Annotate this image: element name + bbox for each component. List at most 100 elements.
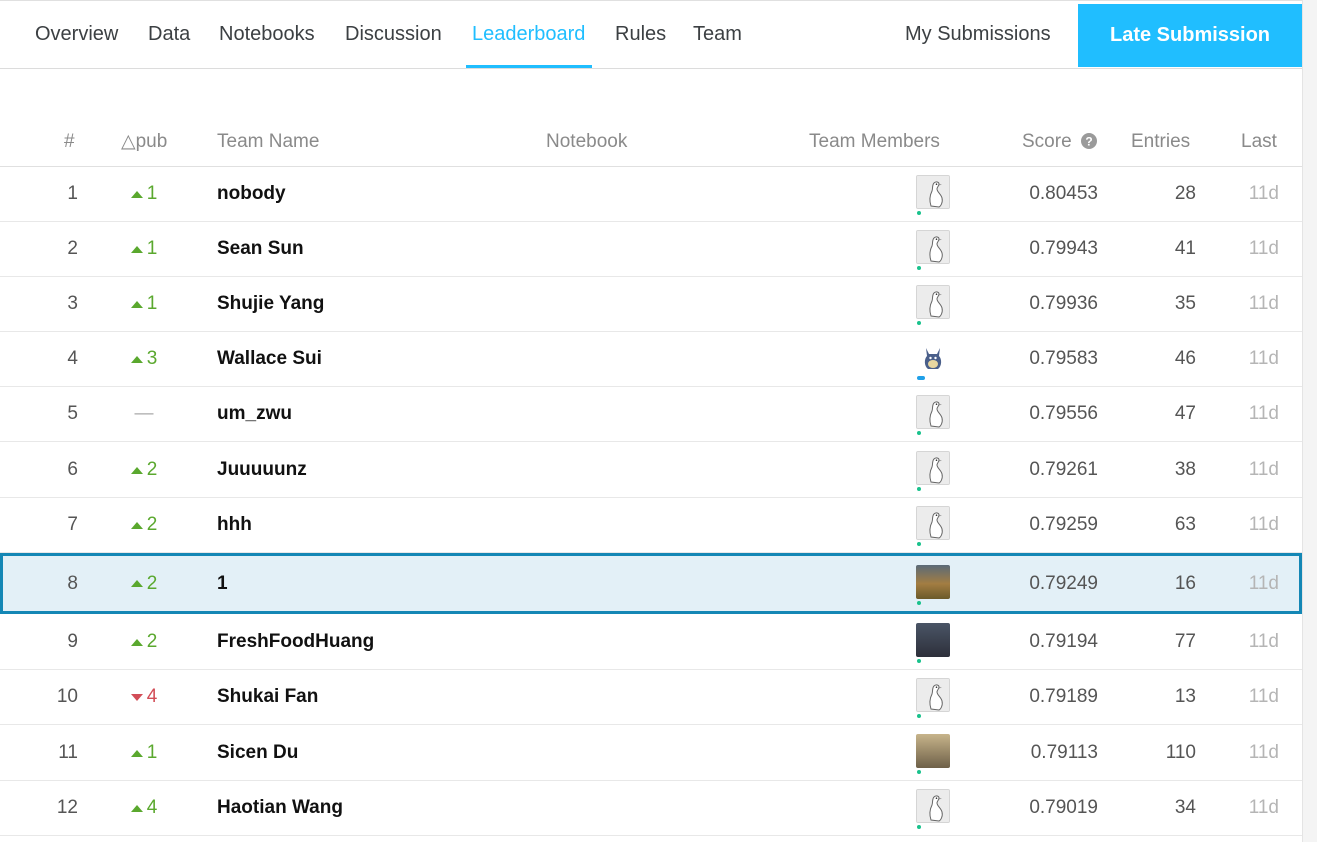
- help-icon[interactable]: ?: [1080, 133, 1097, 149]
- rank-change-value: 2: [146, 572, 158, 594]
- score-cell: 0.79936: [1029, 293, 1098, 314]
- rank-cell: 3: [67, 293, 78, 314]
- rank-change-value: 4: [146, 797, 158, 818]
- tier-indicator: [917, 211, 921, 215]
- late-submission-button[interactable]: Late Submission: [1078, 4, 1302, 67]
- last-submission-cell: 11d: [1248, 572, 1279, 594]
- header-delta[interactable]: △pub: [121, 116, 167, 166]
- tab-notebooks[interactable]: Notebooks: [219, 1, 315, 69]
- rank-change-cell: 3: [120, 332, 168, 386]
- rank-change-cell: 2: [120, 498, 168, 552]
- table-row[interactable]: 7 2 hhh 0.79259 63 11d: [0, 498, 1302, 553]
- team-member-avatar[interactable]: [916, 623, 950, 657]
- team-member-avatar[interactable]: [916, 789, 950, 823]
- table-row[interactable]: 11 1 Sicen Du 0.79113 110 11d: [0, 726, 1302, 781]
- team-member-avatar[interactable]: [916, 230, 950, 264]
- tier-indicator: [917, 376, 925, 380]
- tier-indicator: [917, 825, 921, 829]
- rank-change-value: 4: [146, 686, 158, 707]
- last-submission-cell: 11d: [1248, 797, 1279, 818]
- team-name-cell[interactable]: nobody: [217, 167, 286, 221]
- rank-cell: 10: [56, 686, 78, 707]
- table-row[interactable]: 4 3 Wallace Sui 0.79583 46 11d: [0, 332, 1302, 387]
- team-name-cell[interactable]: Juuuuunz: [217, 443, 307, 497]
- tier-indicator: [917, 487, 921, 491]
- team-member-avatar[interactable]: [916, 175, 950, 209]
- team-name-cell[interactable]: Sean Sun: [217, 222, 304, 276]
- tab-team[interactable]: Team: [693, 1, 742, 69]
- team-member-avatar[interactable]: [916, 451, 950, 485]
- team-name-cell[interactable]: Shujie Yang: [217, 277, 324, 331]
- table-row-current-user[interactable]: 8 2 1 0.79249 16 11d: [0, 553, 1302, 614]
- team-member-avatar[interactable]: [916, 678, 950, 712]
- last-submission-cell: 11d: [1248, 238, 1279, 259]
- team-name-cell[interactable]: hhh: [217, 498, 252, 552]
- team-name-cell[interactable]: 1: [217, 556, 228, 611]
- rank-cell: 4: [67, 348, 78, 369]
- rank-change-cell: 4: [120, 781, 168, 835]
- arrow-up-icon: [130, 300, 143, 308]
- team-name-cell[interactable]: FreshFoodHuang: [217, 615, 374, 669]
- team-name-cell[interactable]: Sicen Du: [217, 726, 298, 780]
- score-cell: 0.80453: [1029, 183, 1098, 204]
- team-member-avatar[interactable]: [916, 340, 950, 374]
- score-cell: 0.79583: [1029, 348, 1098, 369]
- rank-change-cell: 4: [120, 670, 168, 724]
- header-score[interactable]: Score ?: [1022, 116, 1097, 166]
- rank-change-cell: 1: [120, 726, 168, 780]
- team-name-cell[interactable]: Shukai Fan: [217, 670, 318, 724]
- table-row[interactable]: 10 4 Shukai Fan 0.79189 13 11d: [0, 670, 1302, 725]
- tab-data[interactable]: Data: [148, 1, 190, 69]
- team-name-cell[interactable]: Haotian Wang: [217, 781, 343, 835]
- arrow-up-icon: [130, 580, 143, 587]
- score-cell: 0.79019: [1029, 797, 1098, 818]
- table-row[interactable]: 6 2 Juuuuunz 0.79261 38 11d: [0, 443, 1302, 498]
- tab-discussion[interactable]: Discussion: [345, 1, 442, 69]
- tab-leaderboard[interactable]: Leaderboard: [466, 1, 593, 69]
- last-submission-cell: 11d: [1248, 293, 1279, 314]
- header-team-name[interactable]: Team Name: [217, 116, 319, 166]
- arrow-up-icon: [130, 521, 143, 529]
- rank-change-value: 1: [146, 293, 158, 314]
- tab-rules[interactable]: Rules: [615, 1, 666, 69]
- header-rank: #: [64, 131, 75, 152]
- tier-indicator: [917, 321, 921, 325]
- entries-cell: 34: [1174, 797, 1196, 818]
- arrow-up-icon: [130, 190, 143, 198]
- entries-cell: 46: [1174, 348, 1196, 369]
- header-last[interactable]: Last: [1241, 116, 1277, 166]
- score-cell: 0.79556: [1029, 403, 1098, 424]
- team-name-cell[interactable]: um_zwu: [217, 387, 292, 441]
- table-row[interactable]: 1 1 nobody 0.80453 28 11d: [0, 167, 1302, 222]
- team-member-avatar[interactable]: [916, 395, 950, 429]
- table-row[interactable]: 5 — um_zwu 0.79556 47 11d: [0, 387, 1302, 442]
- rank-cell: 8: [67, 572, 78, 594]
- rank-cell: 11: [58, 742, 78, 763]
- entries-cell: 110: [1165, 742, 1196, 763]
- tab-overview[interactable]: Overview: [35, 1, 118, 69]
- table-row[interactable]: 3 1 Shujie Yang 0.79936 35 11d: [0, 277, 1302, 332]
- leaderboard-header: # △pub Team Name Notebook Team Members S…: [0, 116, 1302, 167]
- header-score-label: Score: [1022, 131, 1072, 152]
- my-submissions-link[interactable]: My Submissions: [905, 1, 1051, 69]
- scrollbar[interactable]: [1302, 0, 1317, 842]
- arrow-down-icon: [130, 693, 143, 701]
- team-member-avatar[interactable]: [916, 565, 950, 599]
- header-entries[interactable]: Entries: [1131, 116, 1190, 166]
- table-row[interactable]: 2 1 Sean Sun 0.79943 41 11d: [0, 222, 1302, 277]
- rank-change-value: 1: [146, 742, 158, 763]
- top-navigation: Overview Data Notebooks Discussion Leade…: [0, 0, 1302, 69]
- team-member-avatar[interactable]: [916, 734, 950, 768]
- entries-cell: 41: [1174, 238, 1196, 259]
- team-member-avatar[interactable]: [916, 506, 950, 540]
- rank-cell: 12: [56, 797, 78, 818]
- rank-change-cell: 2: [120, 615, 168, 669]
- team-name-cell[interactable]: Wallace Sui: [217, 332, 322, 386]
- last-submission-cell: 11d: [1248, 514, 1279, 535]
- table-row[interactable]: 12 4 Haotian Wang 0.79019 34 11d: [0, 781, 1302, 836]
- rank-change-cell: —: [120, 387, 168, 441]
- table-row[interactable]: 9 2 FreshFoodHuang 0.79194 77 11d: [0, 615, 1302, 670]
- svg-text:?: ?: [1085, 135, 1092, 149]
- team-member-avatar[interactable]: [916, 285, 950, 319]
- rank-change-cell: 1: [120, 222, 168, 276]
